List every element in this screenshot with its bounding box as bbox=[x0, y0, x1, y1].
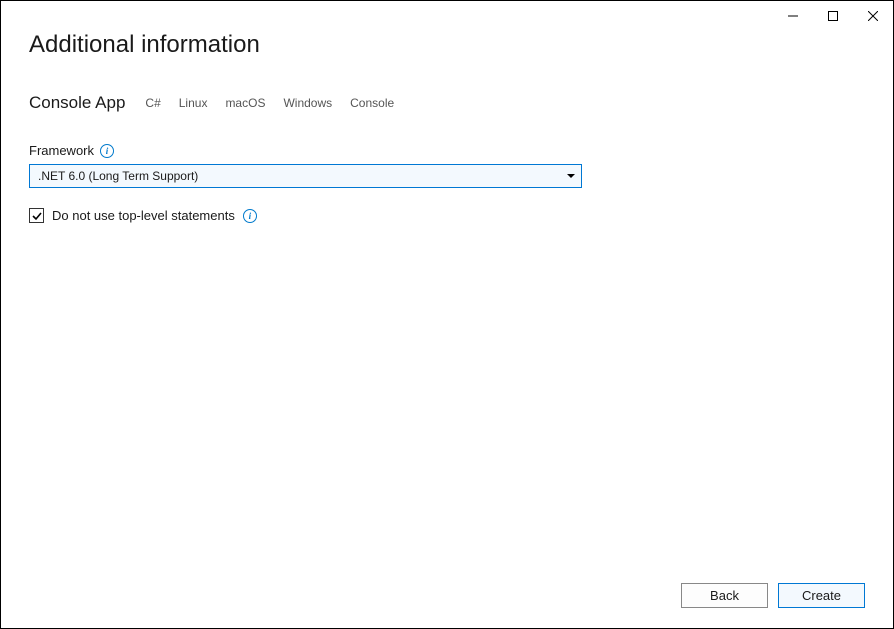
project-type-label: Console App bbox=[29, 93, 125, 113]
framework-label: Framework bbox=[29, 143, 94, 158]
maximize-icon bbox=[828, 11, 838, 21]
minimize-button[interactable] bbox=[773, 1, 813, 31]
top-level-statements-checkbox[interactable] bbox=[29, 208, 44, 223]
close-icon bbox=[868, 11, 878, 21]
framework-selected-value: .NET 6.0 (Long Term Support) bbox=[38, 169, 198, 183]
tag-windows: Windows bbox=[283, 96, 332, 110]
chevron-down-icon bbox=[567, 174, 575, 178]
maximize-button[interactable] bbox=[813, 1, 853, 31]
minimize-icon bbox=[788, 11, 798, 21]
back-button[interactable]: Back bbox=[681, 583, 768, 608]
tag-macos: macOS bbox=[225, 96, 265, 110]
window-titlebar bbox=[773, 1, 893, 31]
content-area: Additional information Console App C# Li… bbox=[1, 1, 893, 223]
top-level-statements-label: Do not use top-level statements bbox=[52, 208, 235, 223]
info-icon[interactable]: i bbox=[243, 209, 257, 223]
framework-dropdown[interactable]: .NET 6.0 (Long Term Support) bbox=[29, 164, 582, 188]
info-icon[interactable]: i bbox=[100, 144, 114, 158]
page-title: Additional information bbox=[29, 31, 865, 59]
framework-label-row: Framework i bbox=[29, 143, 865, 158]
top-level-statements-row: Do not use top-level statements i bbox=[29, 208, 865, 223]
create-button[interactable]: Create bbox=[778, 583, 865, 608]
tag-console: Console bbox=[350, 96, 394, 110]
close-button[interactable] bbox=[853, 1, 893, 31]
create-button-label: Create bbox=[802, 588, 841, 603]
tag-linux: Linux bbox=[179, 96, 208, 110]
project-type-row: Console App C# Linux macOS Windows Conso… bbox=[29, 93, 865, 113]
tag-csharp: C# bbox=[145, 96, 160, 110]
footer-buttons: Back Create bbox=[681, 583, 865, 608]
checkmark-icon bbox=[32, 211, 42, 221]
tags-list: C# Linux macOS Windows Console bbox=[145, 96, 394, 110]
back-button-label: Back bbox=[710, 588, 739, 603]
